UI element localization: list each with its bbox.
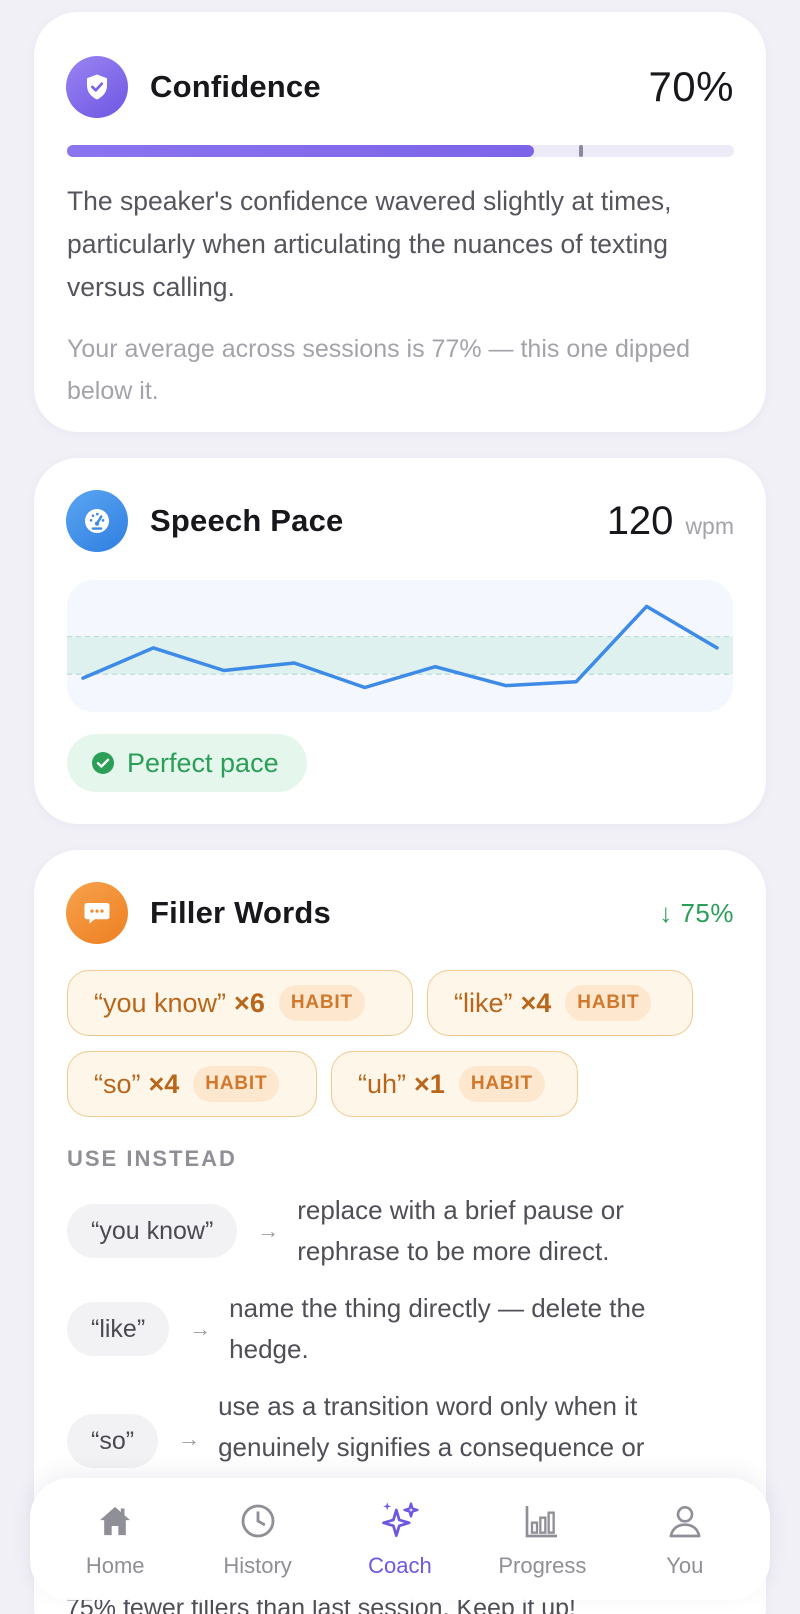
target-pace-band [67, 636, 733, 675]
arrow-right-icon: → [178, 1426, 201, 1451]
speedometer-icon [66, 490, 128, 552]
filler-chip-you-know[interactable]: “you know” ×6 HABIT [67, 970, 413, 1036]
alternative-word: “you know” [67, 1204, 238, 1258]
use-instead-label: USE INSTEAD [67, 1146, 237, 1171]
alternative-word: “so” [67, 1414, 159, 1468]
arrow-right-icon: → [189, 1316, 212, 1341]
nav-item-history[interactable]: History [193, 1499, 323, 1579]
pace-value: 120 [606, 498, 674, 543]
chip-count: ×6 [234, 987, 265, 1018]
filler-chip-uh[interactable]: “uh” ×1 HABIT [331, 1051, 578, 1117]
nav-label: History [223, 1553, 292, 1578]
home-icon [93, 1499, 137, 1543]
pace-status-badge: Perfect pace [67, 734, 307, 792]
check-circle-icon [92, 752, 114, 774]
chip-word: “like” [454, 987, 513, 1018]
confidence-progress-bar [67, 145, 734, 157]
habit-badge: HABIT [278, 985, 365, 1021]
habit-badge: HABIT [458, 1066, 545, 1102]
confidence-header: Confidence 70% [66, 56, 734, 118]
chip-word: “you know” [94, 987, 227, 1018]
confidence-average-note: Your average across sessions is 77% — th… [67, 335, 691, 405]
nav-label: Coach [368, 1553, 432, 1578]
chip-count: ×4 [520, 987, 552, 1018]
filler-chip-so[interactable]: “so” ×4 HABIT [67, 1051, 317, 1117]
filler-delta: ↓ 75% [659, 897, 734, 928]
pace-title: Speech Pace [150, 503, 344, 538]
shield-check-icon [66, 56, 128, 118]
user-icon [663, 1499, 707, 1543]
habit-badge: HABIT [565, 985, 652, 1021]
alternative-text: use as a transition word only when it ge… [218, 1391, 645, 1462]
bottom-nav: Home History Coach Progress You [30, 1478, 770, 1600]
pace-chart-svg [67, 604, 733, 690]
bar-chart-icon [520, 1499, 564, 1543]
filler-title: Filler Words [150, 895, 331, 930]
alternative-text: name the thing directly — delete the hed… [229, 1293, 646, 1364]
nav-item-you[interactable]: You [620, 1499, 750, 1579]
pace-chart [67, 580, 733, 712]
alternative-word: “like” [67, 1302, 170, 1356]
filler-chip-like[interactable]: “like” ×4 HABIT [427, 970, 693, 1036]
chat-bubble-icon [66, 882, 128, 944]
confidence-description: The speaker's confidence wavered slightl… [67, 186, 672, 302]
confidence-card: Confidence 70% The speaker's confidence … [34, 12, 766, 432]
chip-word: “so” [94, 1068, 141, 1099]
alternative-text: replace with a brief pause or rephrase t… [297, 1195, 624, 1266]
pace-header: Speech Pace 120 wpm [66, 490, 734, 552]
speech-pace-card: Speech Pace 120 wpm Perfect pace [34, 458, 766, 824]
alternative-row: “you know” → replace with a brief pause … [67, 1190, 707, 1272]
nav-item-coach[interactable]: Coach [335, 1499, 465, 1579]
arrow-right-icon: → [257, 1218, 280, 1243]
nav-label: You [666, 1553, 704, 1578]
alternative-row: “like” → name the thing directly — delet… [67, 1288, 727, 1370]
nav-item-home[interactable]: Home [50, 1499, 180, 1579]
average-marker [579, 145, 583, 157]
sparkles-icon [378, 1499, 422, 1543]
chip-count: ×4 [148, 1068, 180, 1099]
pace-status-text: Perfect pace [127, 747, 279, 778]
chip-count: ×1 [414, 1068, 445, 1099]
confidence-progress-fill [67, 145, 534, 157]
pace-unit: wpm [685, 512, 734, 539]
nav-item-progress[interactable]: Progress [477, 1499, 607, 1579]
clock-icon [236, 1499, 280, 1543]
confidence-value: 70% [648, 63, 734, 110]
confidence-title: Confidence [150, 69, 321, 104]
filler-header: Filler Words ↓ 75% [66, 882, 734, 944]
chip-word: “uh” [358, 1068, 407, 1099]
habit-badge: HABIT [193, 1066, 280, 1102]
alternative-row: “so” → use as a transition word only whe… [67, 1386, 727, 1468]
nav-label: Progress [498, 1553, 587, 1578]
nav-label: Home [85, 1553, 145, 1578]
